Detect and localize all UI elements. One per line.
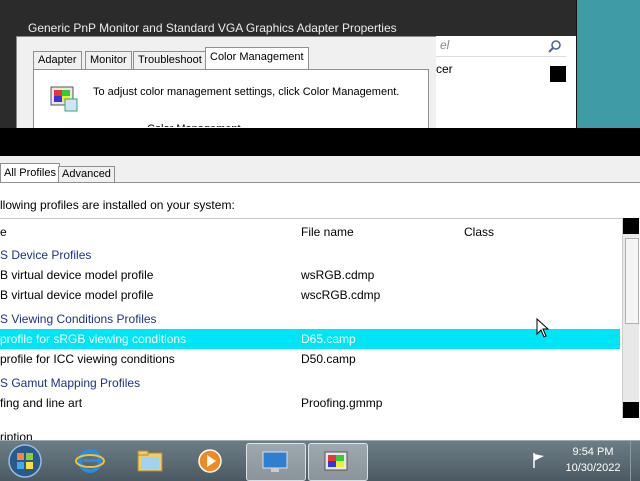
tab-adapter[interactable]: Adapter (33, 51, 82, 70)
search-input[interactable]: el (436, 36, 566, 57)
partial-label: cer (436, 62, 453, 76)
profile-file: wscRGB.cdmp (301, 288, 381, 302)
clock-time[interactable]: 9:54 PM (560, 446, 626, 458)
color-management-icon (324, 451, 348, 471)
search-icon[interactable] (548, 39, 562, 53)
taskbar-color-management[interactable] (308, 443, 368, 481)
color-management-window: All Profiles Advanced llowing profiles a… (0, 156, 640, 444)
list-group-device-profiles: S Device Profiles (0, 245, 620, 265)
profile-name: B virtual device model profile (0, 268, 154, 282)
list-item-selected[interactable]: profile for sRGB viewing conditions D65.… (0, 329, 620, 349)
taskbar-display-settings[interactable] (246, 443, 306, 481)
column-header-file-name[interactable]: File name (301, 225, 354, 239)
color-management-panel (33, 69, 429, 131)
show-desktop-button[interactable] (630, 441, 640, 481)
taskbar-file-explorer[interactable] (122, 443, 180, 479)
monitor-properties-window: Generic PnP Monitor and Standard VGA Gra… (0, 0, 577, 131)
list-item[interactable]: profile for ICC viewing conditions D50.c… (0, 349, 620, 369)
window-title: Generic PnP Monitor and Standard VGA Gra… (28, 21, 397, 35)
internet-explorer-icon (75, 449, 105, 473)
control-panel-partial: el cer (436, 36, 576, 128)
black-band (0, 128, 640, 156)
desktop-background (576, 0, 640, 128)
file-explorer-icon (137, 450, 163, 472)
color-management-icon (50, 86, 78, 112)
taskbar: 9:54 PM 10/30/2022 (0, 440, 640, 481)
black-block (550, 66, 566, 82)
scroll-up-arrow[interactable] (623, 218, 639, 234)
search-placeholder: el (440, 38, 450, 52)
cm-tab-strip: All Profiles Advanced (0, 156, 640, 183)
tab-color-management[interactable]: Color Management (205, 47, 309, 69)
profile-name: fing and line art (0, 396, 83, 410)
group-label: S Viewing Conditions Profiles (0, 312, 157, 326)
column-header-name[interactable]: e (0, 225, 7, 239)
list-item[interactable]: B virtual device model profile wscRGB.cd… (0, 285, 620, 305)
profiles-description: llowing profiles are installed on your s… (0, 198, 235, 212)
profile-name: B virtual device model profile (0, 288, 154, 302)
list-group-viewing-conditions: S Viewing Conditions Profiles (0, 309, 620, 329)
media-player-icon (198, 449, 222, 473)
profiles-list[interactable]: e File name Class S Device Profiles B vi… (0, 218, 622, 419)
group-label: S Device Profiles (0, 248, 92, 262)
column-header-class[interactable]: Class (464, 225, 494, 239)
tab-troubleshoot[interactable]: Troubleshoot (133, 51, 207, 70)
profile-file: D65.camp (301, 332, 356, 346)
list-item[interactable]: fing and line art Proofing.gmmp (0, 393, 620, 413)
tab-all-profiles[interactable]: All Profiles (0, 163, 60, 182)
list-group-gamut-mapping: S Gamut Mapping Profiles (0, 373, 620, 393)
mouse-cursor-icon (536, 318, 550, 338)
profile-file: Proofing.gmmp (301, 396, 383, 410)
vertical-scrollbar[interactable] (622, 218, 639, 418)
action-center-flag-icon[interactable] (530, 451, 548, 469)
group-label: S Gamut Mapping Profiles (0, 376, 141, 390)
display-settings-icon (262, 451, 288, 472)
start-button[interactable] (6, 443, 44, 479)
tab-monitor[interactable]: Monitor (85, 51, 132, 70)
profile-file: wsRGB.cdmp (301, 268, 375, 282)
list-item[interactable]: B virtual device model profile wsRGB.cdm… (0, 265, 620, 285)
color-management-button[interactable]: Color Management... (147, 123, 250, 127)
tab-advanced[interactable]: Advanced (58, 166, 115, 182)
scroll-thumb[interactable] (625, 238, 639, 324)
profile-file: D50.camp (301, 352, 356, 366)
color-management-message: To adjust color management settings, cli… (93, 86, 400, 98)
profile-name: profile for sRGB viewing conditions (0, 332, 187, 346)
profile-name: profile for ICC viewing conditions (0, 352, 175, 366)
taskbar-media-player[interactable] (182, 443, 240, 479)
clock-date[interactable]: 10/30/2022 (560, 462, 626, 474)
properties-body: Adapter Monitor Troubleshoot Color Manag… (16, 36, 438, 131)
taskbar-internet-explorer[interactable] (62, 443, 120, 479)
scroll-down-arrow[interactable] (623, 402, 639, 418)
